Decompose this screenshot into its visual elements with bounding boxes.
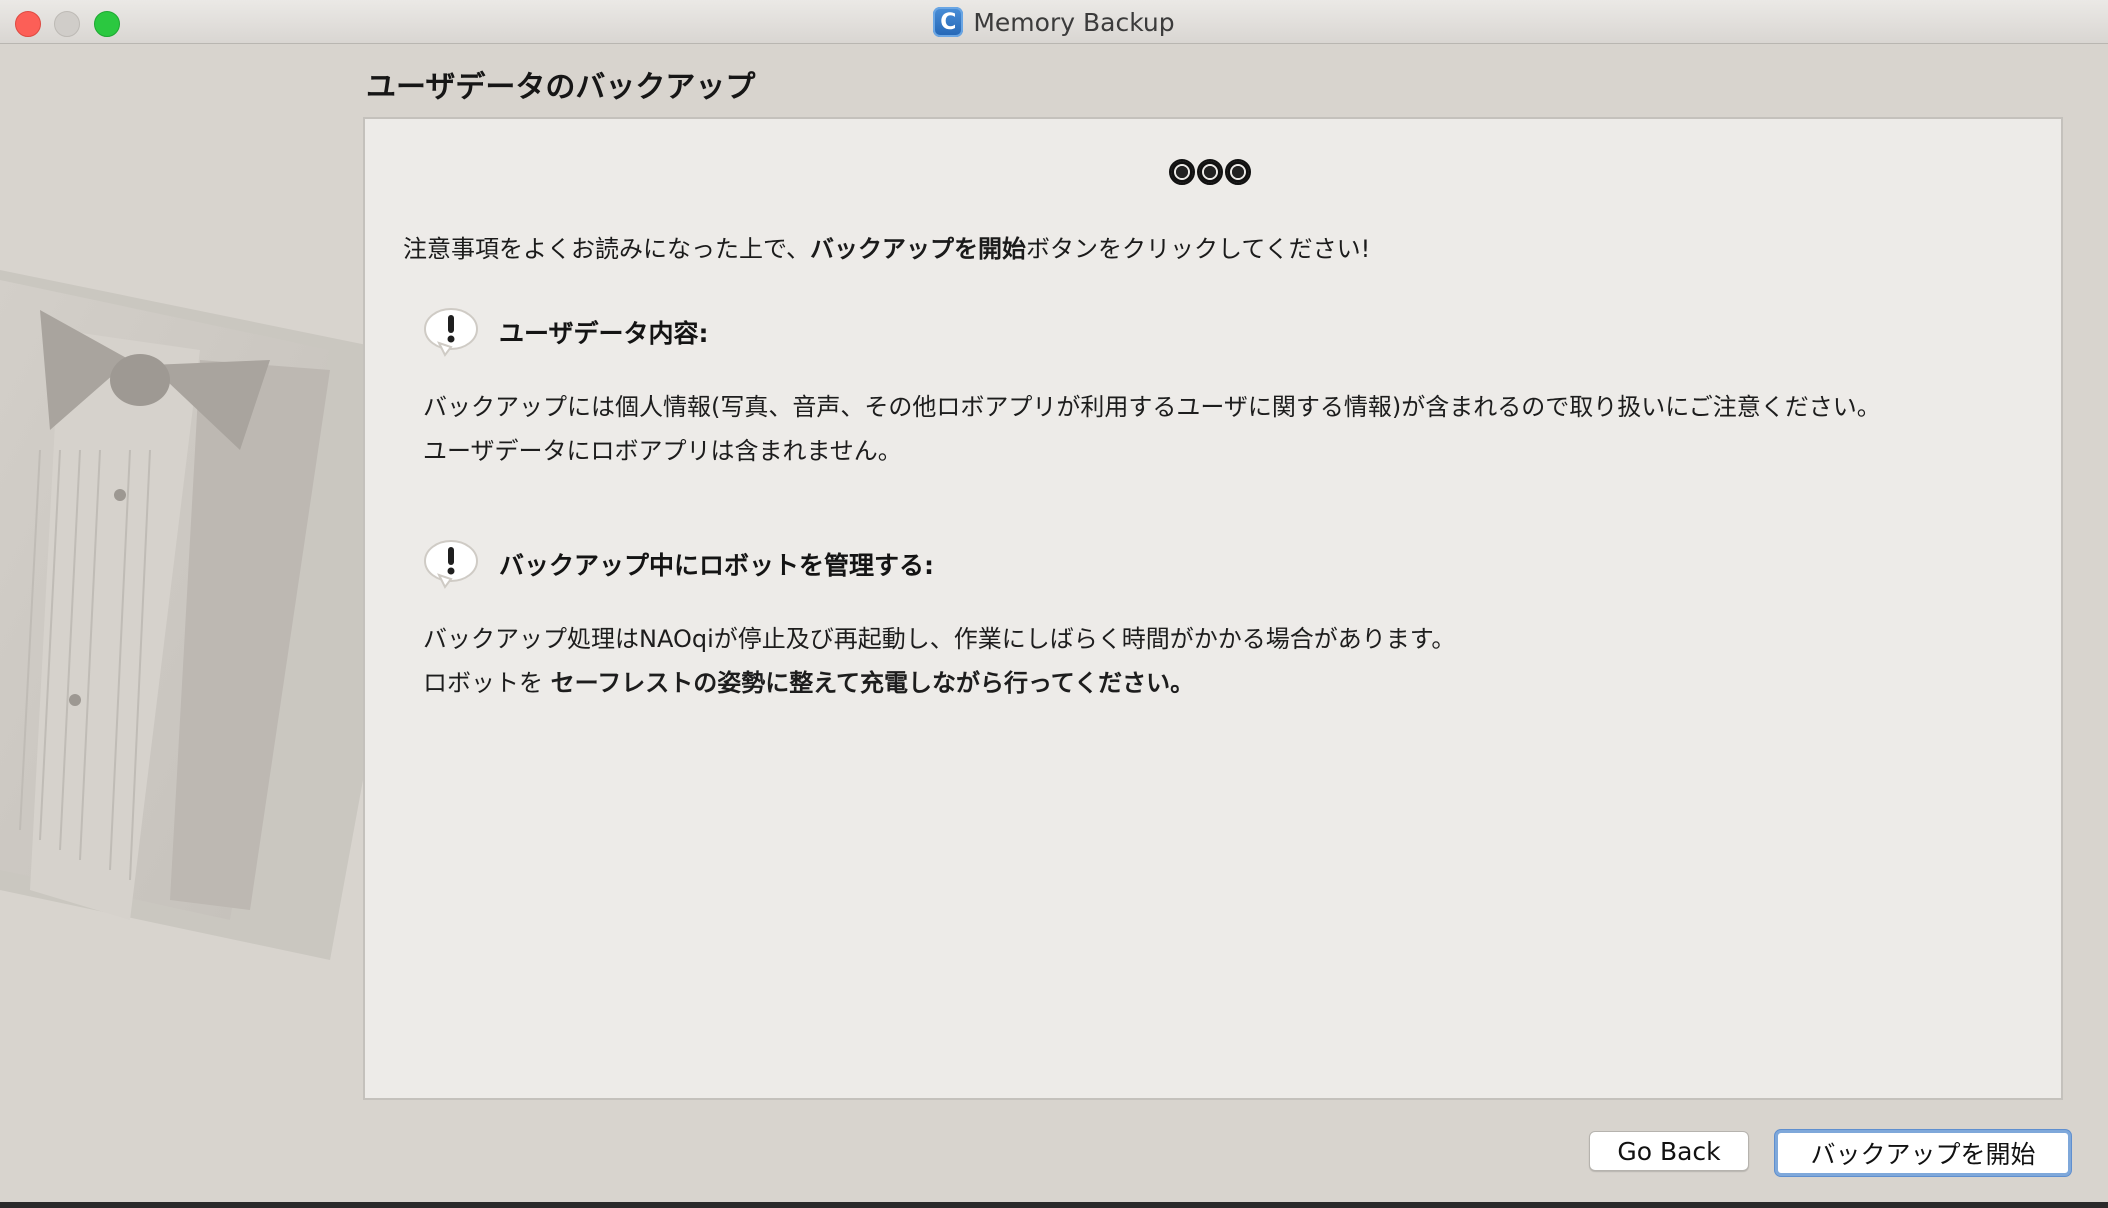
note-user-data: ユーザデータ内容: バックアップには個人情報(写真、音声、その他ロボアプリが利用… [423,307,1881,473]
title-bar: C Memory Backup [0,0,2108,44]
note-user-data-title: ユーザデータ内容: [499,319,709,348]
intro-text-before: 注意事項をよくお読みになった上で、 [403,235,811,263]
step-indicator [1169,159,1251,185]
intro-text: 注意事項をよくお読みになった上で、バックアップを開始ボタンをクリックしてください… [403,229,1370,264]
note-robot-management-line-2-prefix: ロボットを [423,669,551,697]
intro-text-after: ボタンをクリックしてください! [1026,235,1371,263]
note-robot-management-title: バックアップ中にロボットを管理する: [499,551,934,580]
window-bottom-edge [0,1202,2108,1208]
note-user-data-body: バックアップには個人情報(写真、音声、その他ロボアプリが利用するユーザに関する情… [423,385,1881,473]
intro-text-bold: バックアップを開始 [810,235,1027,263]
window-title: Memory Backup [973,7,1175,37]
main-window: C Memory Backup ユーザデータのバックアップ 注意事項をよくお読み… [0,0,2108,1208]
note-robot-management-line-1: バックアップ処理はNAOqiが停止及び再起動し、作業にしばらく時間がかかる場合が… [423,625,1456,653]
step-3-indicator [1225,159,1251,185]
step-1-indicator [1169,159,1195,185]
warning-bubble-icon [424,540,478,589]
warning-bubble-icon [424,308,478,357]
step-2-indicator [1197,159,1223,185]
go-back-button[interactable]: Go Back [1589,1131,1749,1171]
note-user-data-line-1: バックアップには個人情報(写真、音声、その他ロボアプリが利用するユーザに関する情… [423,393,1881,421]
app-icon: C [933,7,964,37]
page-title: ユーザデータのバックアップ [366,70,756,105]
note-robot-management-body: バックアップ処理はNAOqiが停止及び再起動し、作業にしばらく時間がかかる場合が… [423,617,1455,705]
content-panel: 注意事項をよくお読みになった上で、バックアップを開始ボタンをクリックしてください… [363,117,2063,1100]
note-robot-management: バックアップ中にロボットを管理する: バックアップ処理はNAOqiが停止及び再起… [423,539,1455,705]
note-robot-management-line-2: ロボットを セーフレストの姿勢に整えて充電しながら行ってください。 [423,661,1455,705]
note-robot-management-line-2-bold: セーフレストの姿勢に整えて充電しながら行ってください。 [550,669,1195,697]
note-user-data-line-2: ユーザデータにロボアプリは含まれません。 [423,437,902,465]
start-backup-button[interactable]: バックアップを開始 [1775,1130,2071,1176]
